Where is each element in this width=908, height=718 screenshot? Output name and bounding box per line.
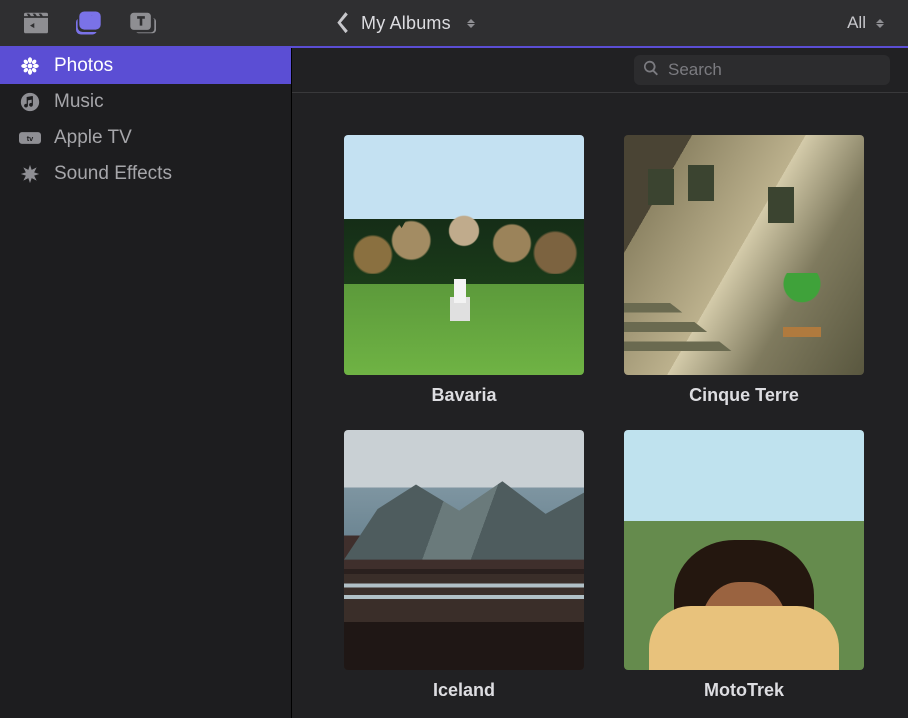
album-item[interactable]: Bavaria (344, 135, 584, 406)
album-thumbnail (344, 430, 584, 670)
sidebar: Photos Music tv Apple TV Sound Effects (0, 48, 292, 718)
album-label: Cinque Terre (689, 385, 799, 406)
search-field-wrap[interactable] (634, 55, 890, 85)
album-grid-scroll[interactable]: Bavaria Cinque Terre Iceland (292, 93, 908, 718)
flower-icon (18, 56, 42, 76)
search-icon (642, 59, 660, 82)
sidebar-item-label: Sound Effects (54, 163, 172, 185)
search-input[interactable] (668, 60, 889, 80)
album-item[interactable]: Iceland (344, 430, 584, 701)
content-filter-dropdown[interactable]: All (847, 0, 884, 46)
breadcrumb-title[interactable]: My Albums (361, 13, 451, 34)
filter-label: All (847, 13, 866, 33)
sidebar-item-photos[interactable]: Photos (0, 48, 291, 84)
svg-text:tv: tv (27, 134, 34, 143)
album-grid: Bavaria Cinque Terre Iceland (292, 93, 908, 718)
album-label: MotoTrek (704, 680, 784, 701)
album-label: Iceland (433, 680, 495, 701)
sidebar-item-appletv[interactable]: tv Apple TV (0, 120, 291, 156)
album-item[interactable]: MotoTrek (624, 430, 864, 701)
back-chevron-icon[interactable] (335, 13, 349, 33)
filter-dropdown-icon (876, 19, 884, 28)
content-area: Bavaria Cinque Terre Iceland (292, 48, 908, 718)
breadcrumb: My Albums (335, 0, 475, 46)
titles-icon[interactable] (128, 9, 160, 37)
music-icon (18, 92, 42, 112)
sidebar-item-label: Photos (54, 55, 113, 77)
clapperboard-icon[interactable] (20, 9, 52, 37)
sidebar-item-soundeffects[interactable]: Sound Effects (0, 156, 291, 192)
topbar-tab-switcher (0, 0, 160, 46)
album-item[interactable]: Cinque Terre (624, 135, 864, 406)
search-row (292, 48, 908, 93)
sidebar-item-label: Music (54, 91, 104, 113)
topbar: My Albums All (0, 0, 908, 48)
album-thumbnail (624, 430, 864, 670)
sidebar-item-music[interactable]: Music (0, 84, 291, 120)
album-label: Bavaria (431, 385, 496, 406)
body: Photos Music tv Apple TV Sound Effects (0, 48, 908, 718)
appletv-icon: tv (18, 128, 42, 148)
sidebar-item-label: Apple TV (54, 127, 132, 149)
breadcrumb-dropdown-icon[interactable] (467, 19, 475, 28)
burst-icon (18, 164, 42, 184)
album-thumbnail (624, 135, 864, 375)
app-window: My Albums All Photos Mus (0, 0, 908, 718)
media-browser-icon[interactable] (74, 9, 106, 37)
album-thumbnail (344, 135, 584, 375)
